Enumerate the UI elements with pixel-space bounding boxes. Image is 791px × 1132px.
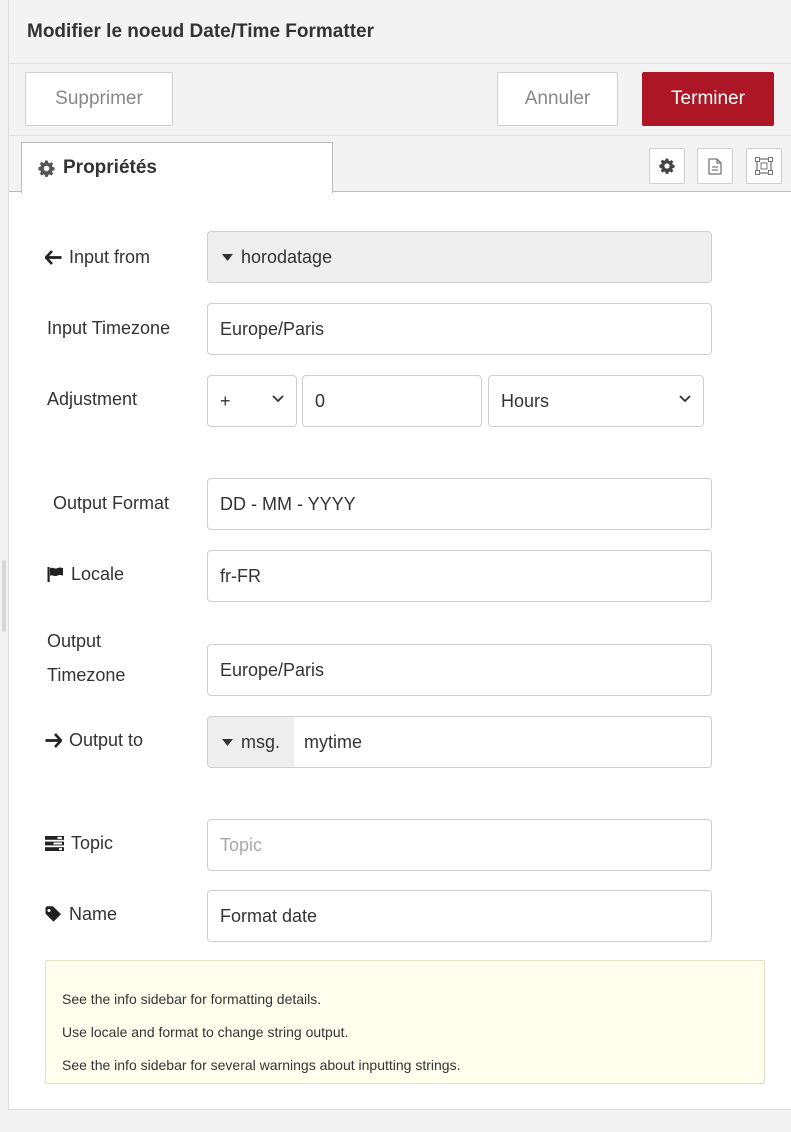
form-tips: See the info sidebar for formatting deta… <box>45 960 765 1084</box>
output-format-label: Output Format <box>53 493 170 513</box>
document-icon <box>708 157 722 175</box>
tray-resize-handle[interactable] <box>2 560 6 632</box>
tip-line: See the info sidebar for several warning… <box>62 1057 461 1073</box>
adjustment-label: Adjustment <box>47 389 138 409</box>
name-input[interactable] <box>207 890 712 942</box>
tab-properties[interactable]: Propriétés <box>21 142 333 193</box>
tab-label: Propriétés <box>63 157 157 178</box>
tip-line: Use locale and format to change string o… <box>62 1024 349 1040</box>
output-to-value[interactable]: mytime <box>304 717 362 767</box>
tag-icon <box>45 906 61 922</box>
tab-button-description[interactable] <box>697 148 733 184</box>
output-timezone-label: Output Timezone <box>47 631 126 685</box>
edit-tray: Modifier le noeud Date/Time Formatter Su… <box>8 0 791 1110</box>
caret-down-icon <box>222 738 233 746</box>
tray-toolbar: Supprimer Annuler Terminer <box>9 64 791 136</box>
flag-icon <box>47 566 63 582</box>
output-timezone-input[interactable] <box>207 644 712 696</box>
caret-down-icon <box>222 253 233 261</box>
adjustment-amount-input[interactable] <box>302 375 482 427</box>
tip-line: See the info sidebar for formatting deta… <box>62 991 322 1007</box>
chevron-down-icon <box>272 395 284 403</box>
chevron-down-icon <box>679 395 691 403</box>
input-from-type-button[interactable]: horodatage <box>208 232 711 282</box>
input-from-typed-input[interactable]: horodatage <box>207 231 712 283</box>
adjustment-unit-select[interactable]: Hours <box>488 375 704 427</box>
done-button[interactable]: Terminer <box>642 72 774 126</box>
tray-header: Modifier le noeud Date/Time Formatter <box>9 0 791 64</box>
locale-input[interactable] <box>207 550 712 602</box>
tray-title: Modifier le noeud Date/Time Formatter <box>27 21 374 42</box>
name-label: Name <box>45 903 117 925</box>
arrow-left-icon <box>45 249 62 265</box>
delete-button[interactable]: Supprimer <box>25 72 173 126</box>
tab-button-appearance[interactable] <box>746 148 782 184</box>
tasks-icon <box>45 835 64 851</box>
adjustment-sign-select[interactable]: + <box>207 375 297 427</box>
gear-icon <box>659 158 675 174</box>
output-to-type-button[interactable]: msg. <box>208 717 294 767</box>
output-format-input[interactable] <box>207 478 712 530</box>
cancel-button[interactable]: Annuler <box>497 72 618 126</box>
topic-label: Topic <box>45 832 113 854</box>
input-timezone-input[interactable] <box>207 303 712 355</box>
gear-icon <box>38 159 55 177</box>
output-to-label: Output to <box>45 729 143 751</box>
arrow-right-icon <box>45 732 62 748</box>
topic-input[interactable] <box>207 819 712 871</box>
tab-bar: Propriétés <box>9 136 791 193</box>
locale-label: Locale <box>47 563 124 585</box>
frame-icon <box>755 157 773 175</box>
input-timezone-label: Input Timezone <box>47 318 171 338</box>
input-from-label: Input from <box>45 246 150 268</box>
tab-button-properties[interactable] <box>649 148 685 184</box>
output-to-typed-input[interactable]: msg. mytime <box>207 716 712 768</box>
